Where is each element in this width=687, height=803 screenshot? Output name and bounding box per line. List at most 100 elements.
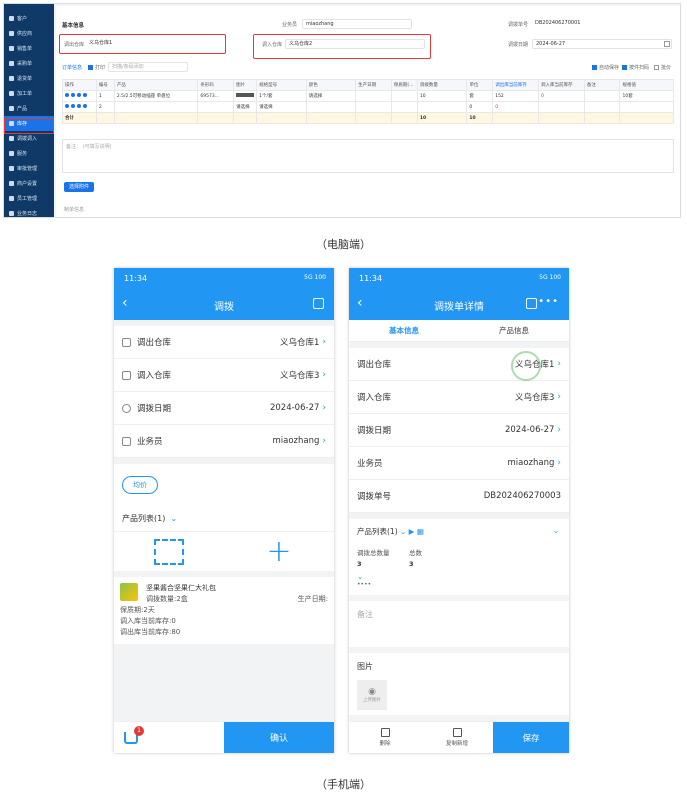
sidebar-item[interactable]: 服务 [4, 146, 54, 161]
col-header: 规格型号 [256, 79, 307, 91]
trash-icon [380, 728, 390, 737]
sidebar-item[interactable]: 供应商 [4, 26, 54, 41]
calendar-icon[interactable] [313, 298, 324, 309]
salesman-field[interactable]: miaozhang [302, 19, 412, 29]
desktop-screenshot: 客户 供应商 销售单 采购单 退货单 加工单 产品 库存 调拨调入 服务 审批管理 商户设置 员工管理业… [3, 3, 681, 218]
add-icon[interactable]: + [224, 532, 334, 571]
product-list-header[interactable]: 产品列表(1) ⌄ ▶ ▦ [357, 526, 561, 537]
menu-icon [9, 31, 14, 36]
in-warehouse-field[interactable]: 义乌仓库2 [285, 39, 425, 49]
expand-icon[interactable]: ⌄ [357, 572, 561, 581]
sidebar-item[interactable]: 商户设置 [4, 176, 54, 191]
cell[interactable] [583, 101, 621, 113]
cell[interactable]: 2.5/2.5可移动插座 单盘位 [113, 90, 199, 102]
cell[interactable] [355, 90, 392, 102]
row-date[interactable]: 调拨日期 2024-06-27 › [114, 392, 334, 425]
table-header: 操作 编号 产品 条形码 图片 规格型号 颜色 生产日期 保质期(... 调拨数… [62, 79, 674, 91]
tab-product-info[interactable]: 产品信息 [459, 320, 569, 341]
cart-button[interactable]: 1 [114, 722, 224, 753]
menu-icon [9, 16, 14, 21]
sidebar-item[interactable]: 审批管理 [4, 161, 54, 176]
warehouse-icon [122, 370, 131, 380]
product-list-header[interactable]: 产品列表(1) ⌄ [122, 506, 326, 525]
row-salesman[interactable]: 业务员 miaozhang › [349, 447, 569, 480]
chevron-down-icon: ⌄ [170, 514, 178, 523]
cell[interactable]: 10 [416, 90, 468, 102]
remark-textarea[interactable]: 备注： (可填写说明) [62, 139, 674, 173]
cell[interactable] [416, 101, 468, 113]
opt-auto-save[interactable]: 自动保存 [592, 64, 619, 71]
sidebar: 客户 供应商 销售单 采购单 退货单 加工单 产品 库存 调拨调入 服务 审批管理 商户设置 员工管理业… [4, 4, 54, 217]
sum-qty2: 10 [466, 112, 494, 124]
row-in-warehouse[interactable]: 调入仓库 义乌仓库3 › [114, 359, 334, 392]
row-actions[interactable] [62, 90, 97, 102]
row-out-warehouse[interactable]: 调出仓库 义乌仓库1 › [114, 326, 334, 359]
cell[interactable]: 1个/套 [256, 90, 307, 102]
phone-transfer-form: 11:34 5G 100 ‹ 调拨 调出仓库 义乌仓库1 › 调入仓库 义乌仓库3 › … [114, 268, 334, 753]
out-warehouse-field[interactable]: 义乌仓库1 [86, 39, 216, 49]
cell[interactable] [583, 90, 621, 102]
table-row[interactable]: 1 2.5/2.5可移动插座 单盘位 69573... 1个/套 请选择 10 … [62, 90, 674, 102]
cell[interactable]: 请选择 [233, 101, 258, 113]
sidebar-item[interactable]: 客户 [4, 11, 54, 26]
table-row[interactable]: 2 请选择 请选择 0 0 [62, 101, 674, 113]
scan-icon[interactable] [114, 532, 224, 571]
more-icon[interactable]: ••• [538, 296, 559, 307]
sidebar-item[interactable]: 退货单 [4, 71, 54, 86]
cell[interactable] [113, 101, 199, 113]
action-bar: 删除 复制新增 保存 [349, 721, 569, 753]
sidebar-item[interactable]: 业务日志 [4, 206, 54, 217]
cell: 0 [492, 101, 540, 113]
camera-icon: ◉ [368, 687, 376, 697]
opt-scan[interactable]: 按件扫码 [622, 64, 649, 71]
chevron-right-icon: › [557, 392, 561, 402]
tab-basic-info[interactable]: 基本信息 [349, 320, 459, 341]
sum-label: 合计 [62, 112, 97, 124]
sidebar-item[interactable]: 库存 [4, 116, 54, 131]
sidebar-item[interactable]: 加工单 [4, 86, 54, 101]
cell[interactable]: 请选择 [256, 101, 307, 113]
cell[interactable]: 请选择 [305, 90, 357, 102]
row-salesman[interactable]: 业务员 miaozhang › [114, 425, 334, 458]
chevron-right-icon: › [557, 359, 561, 369]
sidebar-item[interactable]: 员工管理 [4, 191, 54, 206]
col-header: 保质期(... [390, 79, 418, 91]
row-doc-no: 调拨单号 DB202406270003 [349, 480, 569, 513]
avg-price-button[interactable]: 均价 [122, 476, 158, 494]
calendar-icon[interactable] [664, 41, 670, 47]
total-qty: 3 [357, 560, 362, 568]
scan-input[interactable]: 扫描/条码添加 [108, 62, 188, 72]
upload-image-button[interactable]: ◉ 上传图片 [357, 680, 387, 710]
choose-attachment-button[interactable]: 选择附件 [64, 182, 95, 192]
product-card[interactable]: 坚果酱合坚果仁大礼包 调拨数量:2盒 生产日期: 保质期:2天 调入库当前库存:0… [114, 577, 334, 644]
calendar-icon[interactable] [526, 298, 537, 309]
date-field[interactable]: 2024-06-27 [532, 39, 672, 49]
confirm-button[interactable]: 确认 [224, 722, 334, 753]
col-header: 编号 [95, 79, 115, 91]
briefcase-icon [122, 436, 131, 446]
cell[interactable] [355, 101, 392, 113]
copy-new-button[interactable]: 复制新增 [421, 722, 493, 753]
sidebar-item[interactable]: 采购单 [4, 56, 54, 71]
sidebar-item[interactable]: 调拨调入 [4, 131, 54, 146]
opt-price[interactable]: 批价 [654, 64, 671, 71]
row-actions[interactable] [62, 101, 97, 113]
cell[interactable] [305, 101, 357, 113]
save-button[interactable]: 保存 [493, 722, 569, 753]
remark-field[interactable]: 备注 [349, 601, 569, 647]
doc-no-field: DB202406270001 [532, 19, 672, 29]
cell: 10套 [619, 90, 674, 102]
menu-icon [9, 61, 14, 66]
print-checkbox[interactable]: 打印 [88, 64, 105, 71]
total-qty-label: 调拨总数量 [357, 549, 390, 557]
sidebar-item[interactable]: 销售单 [4, 41, 54, 56]
row-in-warehouse[interactable]: 调入仓库 义乌仓库3 › [349, 381, 569, 414]
product-date: 生产日期: [297, 595, 328, 603]
row-date[interactable]: 调拨日期 2024-06-27 › [349, 414, 569, 447]
cell: 2 [95, 101, 115, 113]
sidebar-item[interactable]: 产品 [4, 101, 54, 116]
col-header: 调出库当前库存 [492, 79, 540, 91]
delete-button[interactable]: 删除 [349, 722, 421, 753]
chevron-down-icon: ⌄ [552, 526, 559, 535]
total: 3 [409, 560, 414, 568]
